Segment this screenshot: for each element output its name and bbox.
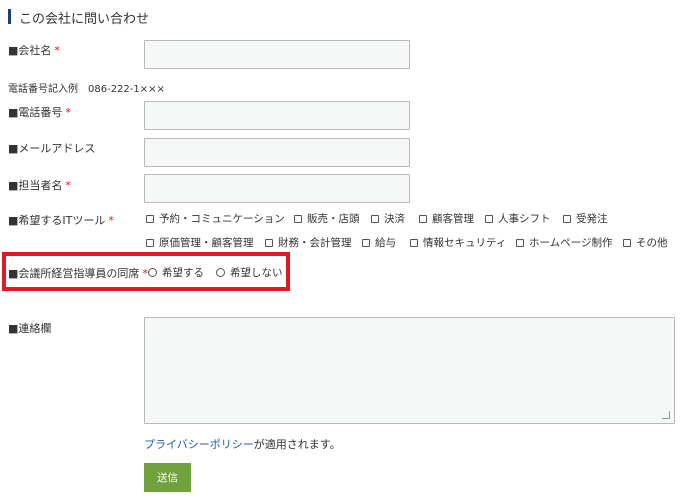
option-label: 顧客管理 (432, 213, 474, 225)
option-label: 情報セキュリティ (423, 237, 507, 249)
tool-checkbox-customer[interactable]: 顧客管理 (419, 211, 474, 226)
message-label: ■連絡欄 (8, 320, 51, 336)
option-label: その他 (636, 237, 668, 249)
tools-label-text: ■希望するITツール (8, 214, 106, 227)
option-label: 原価管理・顧客管理 (159, 237, 254, 249)
phone-label-text: ■電話番号 (8, 106, 63, 119)
person-name-input[interactable] (144, 174, 410, 203)
tool-checkbox-website[interactable]: ホームページ制作 (516, 235, 612, 250)
option-label: ホームページ制作 (529, 237, 613, 249)
email-input[interactable] (144, 138, 410, 167)
required-mark: * (65, 106, 71, 119)
tool-checkbox-cost[interactable]: 原価管理・顧客管理 (146, 235, 254, 250)
phone-example-text: 電話番号記入例 086-222-1××× (8, 84, 165, 95)
tool-checkbox-security[interactable]: 情報セキュリティ (410, 235, 506, 250)
privacy-suffix: が適用されます。 (253, 438, 341, 451)
tool-checkbox-orders[interactable]: 受発注 (563, 211, 608, 226)
option-label: 人事シフト (498, 213, 551, 225)
tool-checkbox-sales[interactable]: 販売・店頭 (294, 211, 360, 226)
phone-label: ■電話番号 * (8, 104, 71, 120)
company-label-text: ■会社名 (8, 44, 52, 57)
checkbox-icon[interactable] (485, 214, 493, 223)
checkbox-icon[interactable] (146, 214, 154, 223)
company-label: ■会社名 * (8, 42, 60, 58)
tools-label: ■希望するITツール * (8, 212, 114, 228)
option-label: 決済 (384, 213, 405, 225)
checkbox-icon[interactable] (265, 238, 273, 247)
email-label-text: ■メールアドレス (8, 142, 96, 155)
checkbox-icon[interactable] (146, 238, 154, 247)
message-label-text: ■連絡欄 (8, 322, 52, 335)
email-label: ■メールアドレス (8, 140, 95, 156)
page-title: この会社に問い合わせ (19, 12, 150, 27)
submit-button[interactable]: 送信 (144, 463, 191, 492)
tool-checkbox-payroll[interactable]: 給与 (362, 235, 396, 250)
checkbox-icon[interactable] (294, 214, 302, 223)
title-accent-bar (8, 9, 11, 24)
phone-input[interactable] (144, 101, 410, 130)
tool-checkbox-other[interactable]: その他 (623, 235, 668, 250)
required-mark: * (65, 179, 71, 192)
checkbox-icon[interactable] (516, 238, 524, 247)
highlight-box (2, 252, 290, 291)
required-mark: * (54, 44, 60, 57)
option-label: 給与 (375, 237, 396, 249)
checkbox-icon[interactable] (362, 238, 370, 247)
tool-checkbox-reservation[interactable]: 予約・コミュニケーション (146, 211, 285, 226)
option-label: 受発注 (576, 213, 608, 225)
tool-checkbox-finance[interactable]: 財務・会計管理 (265, 235, 352, 250)
tool-checkbox-payment[interactable]: 決済 (371, 211, 405, 226)
checkbox-icon[interactable] (623, 238, 631, 247)
option-label: 財務・会計管理 (278, 237, 352, 249)
checkbox-icon[interactable] (410, 238, 418, 247)
privacy-policy-link[interactable]: プライバシーポリシー (144, 438, 254, 451)
option-label: 販売・店頭 (307, 213, 360, 225)
person-label: ■担当者名 * (8, 177, 71, 193)
option-label: 予約・コミュニケーション (159, 213, 285, 225)
checkbox-icon[interactable] (419, 214, 427, 223)
checkbox-icon[interactable] (371, 214, 379, 223)
tool-checkbox-hr-shift[interactable]: 人事シフト (485, 211, 551, 226)
privacy-notice: プライバシーポリシーが適用されます。 (144, 436, 341, 452)
company-name-input[interactable] (144, 40, 410, 69)
message-textarea[interactable] (144, 317, 675, 424)
resize-handle-icon[interactable] (662, 411, 670, 419)
person-label-text: ■担当者名 (8, 179, 63, 192)
checkbox-icon[interactable] (563, 214, 571, 223)
required-mark: * (108, 214, 114, 227)
